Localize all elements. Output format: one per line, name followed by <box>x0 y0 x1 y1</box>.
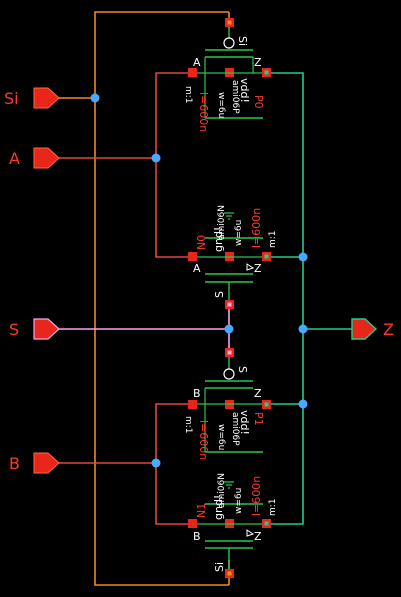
transistor-n1[interactable]: B Z Si N1 gnd! ami06N w=6u l=600n m:1 <box>188 473 278 578</box>
transistor-p0[interactable]: Si A Z P0 vdd! ami06P w=6u l=600n m:1 <box>183 18 271 132</box>
n1-model-label: ami06N <box>217 473 227 508</box>
n1-source-label: Z <box>254 530 262 543</box>
p1-source-pin-inner <box>264 402 269 407</box>
pin-si-shape[interactable] <box>33 87 60 109</box>
p0-mult-label: m:1 <box>183 86 193 104</box>
junction-z-n0 <box>298 252 308 262</box>
n0-model-label: ami06N <box>217 205 227 240</box>
n0-width-label: w=6u <box>234 220 244 246</box>
n1-drain-pin[interactable] <box>188 519 197 528</box>
n1-length-label: l=600n <box>250 476 263 516</box>
pin-s-shape[interactable] <box>33 318 60 340</box>
n0-length-label: l=600n <box>250 208 263 248</box>
n1-bulk-arrow <box>246 529 255 537</box>
n0-gate-label: S <box>213 291 226 298</box>
pin-a-label: A <box>9 149 20 168</box>
z-net-wire[interactable] <box>266 72 304 525</box>
p0-gate-pin-inner <box>227 20 232 25</box>
n1-drain-label: B <box>193 530 201 543</box>
pin-b[interactable]: B <box>9 452 60 474</box>
p0-source-label: Z <box>254 56 262 69</box>
n0-gate-pin-inner <box>227 302 232 307</box>
pin-z[interactable]: Z <box>351 318 394 340</box>
p0-drain-pin[interactable] <box>188 68 197 77</box>
pin-b-label: B <box>9 454 20 473</box>
p0-name-label: P0 <box>252 95 265 109</box>
p0-width-label: w=6u <box>216 92 226 118</box>
pin-a[interactable]: A <box>9 147 60 169</box>
pin-z-shape[interactable] <box>351 318 378 340</box>
p0-drain-label: A <box>193 56 201 69</box>
p1-model-label: ami06P <box>230 412 240 446</box>
p1-width-label: w=6u <box>216 424 226 450</box>
transistor-p1[interactable]: S B Z P1 vdd! ami06P w=6u l=600n m:1 <box>183 348 271 460</box>
p1-name-label: P1 <box>252 412 265 426</box>
p0-model-label: ami06P <box>230 80 240 114</box>
junctions <box>90 93 308 468</box>
p1-source-label: Z <box>254 387 262 400</box>
junction-b <box>151 458 161 468</box>
p0-source-pin-inner <box>264 70 269 75</box>
pin-s-label: S <box>9 320 19 339</box>
pin-a-shape[interactable] <box>33 147 60 169</box>
p1-gate-bubble <box>223 368 235 380</box>
n1-gate-pin-inner <box>227 571 232 576</box>
n1-gate-label: Si <box>213 562 226 572</box>
junction-s <box>224 324 234 334</box>
junction-z-out <box>298 324 308 334</box>
n1-width-label: w=6u <box>234 488 244 514</box>
p1-drain-pin[interactable] <box>188 400 197 409</box>
n0-name-label: N0 <box>195 235 208 250</box>
n0-source-label: Z <box>254 262 262 275</box>
pin-b-shape[interactable] <box>33 452 60 474</box>
p1-length-label: l=600n <box>197 420 210 460</box>
n1-mult-label: m:1 <box>268 498 278 516</box>
p1-drain-label: B <box>193 387 201 400</box>
p0-length-label: l=600n <box>197 92 210 132</box>
io-pins: Si A S B Z <box>4 87 394 474</box>
n0-source-pin-inner <box>264 254 269 259</box>
p1-gate-pin-inner <box>227 350 232 355</box>
junction-a <box>151 153 161 163</box>
p1-mult-label: m:1 <box>183 416 193 434</box>
n1-name-label: N1 <box>195 503 208 518</box>
n1-source-pin-inner <box>264 521 269 526</box>
junction-si <box>90 93 100 103</box>
pin-si[interactable]: Si <box>4 87 60 109</box>
transistor-n0[interactable]: A Z S N0 gnd! ami06N w=6u l=600n m:1 <box>188 205 278 309</box>
n0-bulk-arrow <box>246 263 255 271</box>
n0-drain-label: A <box>193 262 201 275</box>
pin-z-label: Z <box>383 320 394 339</box>
pin-s[interactable]: S <box>9 318 60 340</box>
schematic-canvas: Si A Z P0 vdd! ami06P w=6u l=600n m:1 A … <box>4 11 394 586</box>
junction-z-p1 <box>298 399 308 409</box>
n0-mult-label: m:1 <box>268 230 278 248</box>
p0-gate-bubble <box>223 37 235 49</box>
pin-si-label: Si <box>4 89 19 108</box>
p1-gate-label: S <box>236 366 249 373</box>
p0-gate-label: Si <box>236 36 249 46</box>
n0-drain-pin[interactable] <box>188 252 197 261</box>
